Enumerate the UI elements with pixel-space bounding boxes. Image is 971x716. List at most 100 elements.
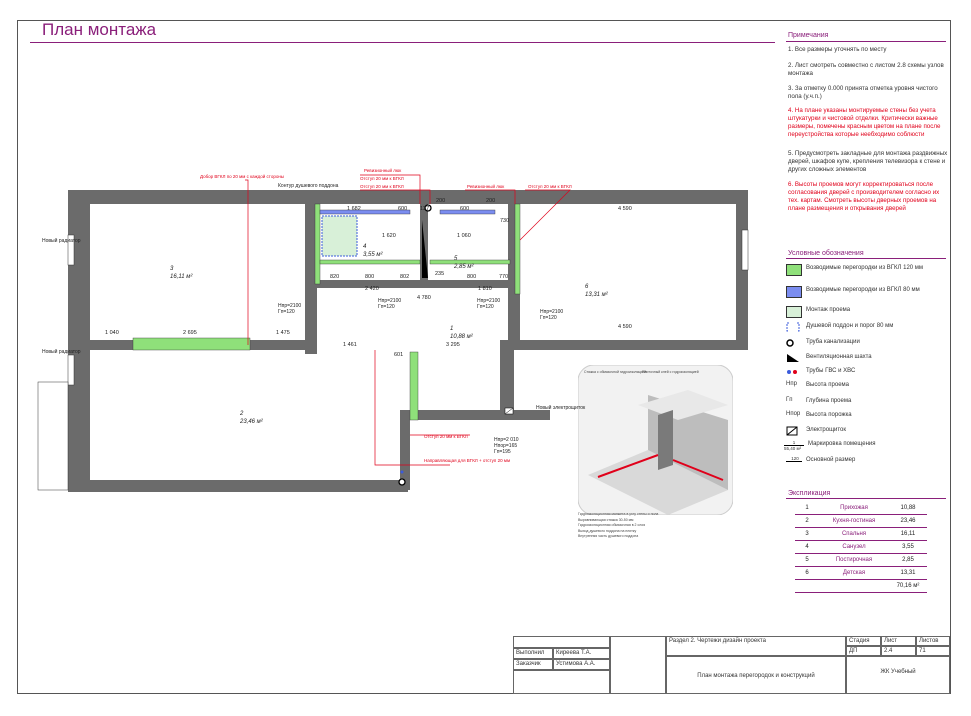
note-2: 2. Лист смотреть совместно с листом 2.8 … <box>788 62 944 77</box>
table-row: 2 Кухня-гостиная 23,46 <box>795 514 927 528</box>
room-1-area: 10,88 м² <box>450 334 474 340</box>
room-2-number: 2 <box>239 411 244 417</box>
room-area: 3,55 <box>889 540 927 554</box>
room-area: 16,11 <box>889 527 927 541</box>
stamp-col-sheets: Листов <box>916 636 950 646</box>
guide-label: Направляющая для ВГКЛ + отступ 20 мм <box>424 458 510 463</box>
main-dimension-line <box>786 461 802 462</box>
room-5-area: 2,85 м² <box>453 264 474 270</box>
dim: 1 682 <box>347 206 361 212</box>
stamp-project: ЖК Учебный <box>846 656 950 694</box>
blue-wall-bath <box>319 209 411 215</box>
legend-item-blue-wall: Возводимые перегородки из ВГКЛ 80 мм <box>786 286 956 300</box>
dim: 730 <box>500 218 509 224</box>
room-mark-area: 55,40 м² <box>784 445 804 451</box>
note-4: 4. На плане указаны монтируемые стены бе… <box>788 107 941 138</box>
stamp-role: Выполнил <box>513 648 553 659</box>
sheet-title: План монтажа <box>42 20 157 39</box>
legend-item-room-mark: 1 55,40 м² Маркировка помещения <box>784 440 956 454</box>
stamp-stage: ДП <box>846 646 881 656</box>
dim: 1 461 <box>343 342 357 348</box>
room-name: Детская <box>819 566 889 580</box>
dim: 2 420 <box>365 286 379 292</box>
legend-label: Возводимые перегородки из ВГКЛ 80 мм <box>806 287 920 293</box>
legend-label: Электрощиток <box>806 427 846 433</box>
wall-bottom <box>68 480 408 492</box>
water-pipes-icon <box>787 370 797 374</box>
room-number: 3 <box>795 527 819 541</box>
dim: 1 475 <box>276 330 290 336</box>
wall-right-bottom <box>500 340 748 350</box>
dim: 802 <box>400 274 409 280</box>
opening-swatch <box>786 306 802 318</box>
room-number: 5 <box>795 553 819 567</box>
stamp-sheets: 71 <box>916 646 950 656</box>
table-row: 6 Детская 13,31 <box>795 566 927 580</box>
rev-hatch-label: Ревизионный люк <box>364 167 401 173</box>
explication-table: 1 Прихожая 10,88 2 Кухня-гостиная 23,46 3 Спа… <box>795 502 927 593</box>
room-4-area: 3,55 м² <box>363 252 383 258</box>
dim: 601 <box>394 352 403 358</box>
room-name: Спальня <box>819 527 889 541</box>
room-3-area: 16,11 м² <box>170 274 193 280</box>
dim: 4 590 <box>618 324 632 330</box>
room-area: 10,88 <box>889 502 927 515</box>
new-radiator-label: Новый радиатор <box>42 348 81 355</box>
room-4-number: 4 <box>363 244 367 250</box>
offset-label: Отступ 20 мм к ВГКЛ <box>360 184 404 189</box>
legend-item-panel: Электрощиток <box>786 426 956 440</box>
green-wall-kids <box>514 203 521 295</box>
room-number: 6 <box>795 566 819 580</box>
rev-hatch-label: Ревизионный люк <box>467 183 504 189</box>
legend-label: Высота порожка <box>806 412 852 418</box>
detail-note: Внутренняя часть душевого поддона <box>578 534 639 538</box>
empty-cell <box>795 579 819 593</box>
stamp-cell <box>610 636 666 694</box>
dim: 600 <box>398 206 407 212</box>
opening-depth-icon: Гп <box>786 397 793 403</box>
sewer-pipe-icon <box>786 339 794 347</box>
stamp-sheet: 2.4 <box>881 646 916 656</box>
green-wall-hall <box>409 351 419 421</box>
room-area: 23,46 <box>889 514 927 528</box>
stamp-col-stage: Стадия <box>846 636 881 646</box>
dim: 770 <box>499 274 508 280</box>
table-row: 4 Санузел 3,55 <box>795 540 927 554</box>
legend-item-green-wall: Возводимые перегородки из ВГКЛ 120 мм <box>786 264 956 278</box>
floor-plan: 3 16,11 м² 2 23,46 м² 1 10,88 м² 4 3,55 … <box>37 167 749 492</box>
offset-label: Отступ 20 мм к ВГКЛ <box>360 176 404 181</box>
dim: 235 <box>435 271 444 277</box>
stamp-cell <box>513 636 610 648</box>
green-wall-swatch <box>786 264 802 276</box>
dim: 2 695 <box>183 330 197 336</box>
green-wall-kitchen <box>132 337 251 351</box>
room-area: 13,31 <box>889 566 927 580</box>
legend-item-h-por: Hпор Высота порожка <box>786 411 956 425</box>
legend-item-shower: Душевой поддон и порог 80 мм <box>786 322 956 336</box>
dim: 1 810 <box>478 286 492 292</box>
threshold-height-icon: Hпор <box>786 411 801 417</box>
dim: 4 590 <box>618 206 632 212</box>
legend-label: Монтаж проема <box>806 307 851 313</box>
main-dimension-icon: 120 <box>786 456 804 466</box>
room-number: 2 <box>795 514 819 528</box>
legend-label: Высота проема <box>806 382 849 388</box>
door-g-label: Гп=120 <box>378 304 395 310</box>
room-name: Прихожая <box>819 502 889 515</box>
electric-panel-icon <box>786 426 798 436</box>
notes-underline <box>786 41 946 42</box>
legend-underline <box>786 258 946 259</box>
note-6: 6. Высоты проемов могут корректироваться… <box>788 181 940 212</box>
room-name: Санузел <box>819 540 889 554</box>
explication-heading: Экспликация <box>788 490 831 497</box>
green-wall-bath-bottom <box>319 259 421 265</box>
dim: 1 060 <box>457 233 471 239</box>
entry-g-label: Гп=195 <box>494 449 511 455</box>
room-6-area: 13,31 м² <box>585 292 609 298</box>
opening-height-icon: Hпр <box>786 381 797 387</box>
window-kids <box>741 229 749 271</box>
dim: 200 <box>486 198 495 204</box>
electric-panel-icon <box>504 407 514 415</box>
notes-heading: Примечания <box>788 32 829 39</box>
dim: 200 <box>436 198 445 204</box>
